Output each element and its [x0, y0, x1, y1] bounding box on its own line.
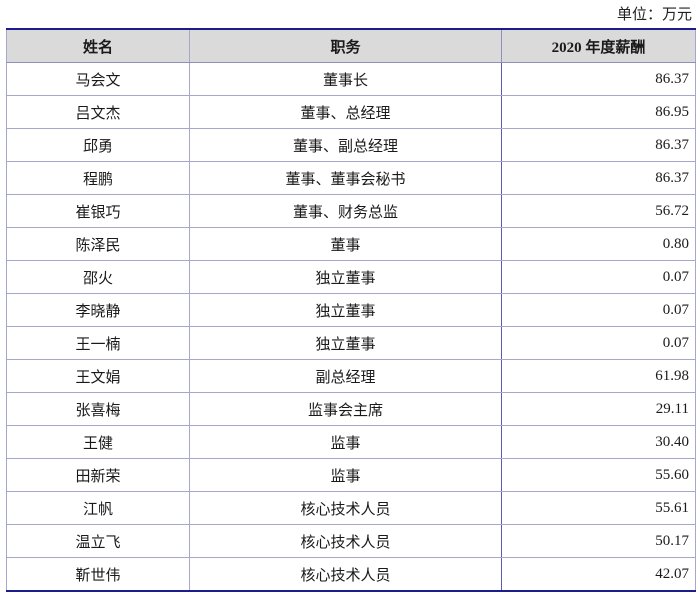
pay-cell: 55.60: [501, 458, 696, 492]
pay-cell: 86.37: [501, 62, 696, 96]
name-cell: 吕文杰: [6, 95, 190, 129]
table-row: 邱勇 董事、副总经理 86.37: [6, 128, 696, 162]
header-title: 职务: [189, 29, 502, 63]
title-cell: 核心技术人员: [189, 491, 502, 525]
unit-label: 单位：万元: [616, 7, 692, 23]
table-row: 崔银巧 董事、财务总监 56.72: [6, 194, 696, 228]
name-cell: 李晓静: [6, 293, 190, 327]
table-row: 吕文杰 董事、总经理 86.95: [6, 95, 696, 129]
name-cell: 江帆: [6, 491, 190, 525]
title-cell: 监事: [189, 458, 502, 492]
pay-cell: 0.07: [501, 293, 696, 327]
title-cell: 核心技术人员: [189, 524, 502, 558]
table-row: 温立飞 核心技术人员 50.17: [6, 524, 696, 558]
pay-cell: 86.95: [501, 95, 696, 129]
pay-cell: 86.37: [501, 161, 696, 195]
pay-cell: 86.37: [501, 128, 696, 162]
name-cell: 靳世伟: [6, 557, 190, 591]
table-row: 邵火 独立董事 0.07: [6, 260, 696, 294]
name-cell: 王文娟: [6, 359, 190, 393]
pay-cell: 50.17: [501, 524, 696, 558]
name-cell: 崔银巧: [6, 194, 190, 228]
title-cell: 独立董事: [189, 326, 502, 360]
pay-cell: 29.11: [501, 392, 696, 426]
table-header-row: 姓名 职务 2020 年度薪酬: [6, 29, 696, 63]
name-cell: 王健: [6, 425, 190, 459]
table-row: 马会文 董事长 86.37: [6, 62, 696, 96]
pay-cell: 56.72: [501, 194, 696, 228]
table-row: 陈泽民 董事 0.80: [6, 227, 696, 261]
table-row: 王文娟 副总经理 61.98: [6, 359, 696, 393]
title-cell: 核心技术人员: [189, 557, 502, 591]
name-cell: 邵火: [6, 260, 190, 294]
title-cell: 董事: [189, 227, 502, 261]
name-cell: 陈泽民: [6, 227, 190, 261]
table-row: 江帆 核心技术人员 55.61: [6, 491, 696, 525]
title-cell: 董事长: [189, 62, 502, 96]
title-cell: 监事: [189, 425, 502, 459]
name-cell: 程鹏: [6, 161, 190, 195]
pay-cell: 0.07: [501, 260, 696, 294]
title-cell: 董事、董事会秘书: [189, 161, 502, 195]
header-name: 姓名: [6, 29, 190, 63]
pay-cell: 55.61: [501, 491, 696, 525]
table-row: 靳世伟 核心技术人员 42.07: [6, 557, 696, 591]
table-row: 程鹏 董事、董事会秘书 86.37: [6, 161, 696, 195]
title-cell: 董事、总经理: [189, 95, 502, 129]
table-row: 王健 监事 30.40: [6, 425, 696, 459]
pay-cell: 61.98: [501, 359, 696, 393]
title-cell: 监事会主席: [189, 392, 502, 426]
name-cell: 张喜梅: [6, 392, 190, 426]
table-row: 王一楠 独立董事 0.07: [6, 326, 696, 360]
pay-cell: 0.80: [501, 227, 696, 261]
title-cell: 董事、财务总监: [189, 194, 502, 228]
name-cell: 王一楠: [6, 326, 190, 360]
table-row: 田新荣 监事 55.60: [6, 458, 696, 492]
table-row: 李晓静 独立董事 0.07: [6, 293, 696, 327]
name-cell: 邱勇: [6, 128, 190, 162]
pay-cell: 0.07: [501, 326, 696, 360]
title-cell: 副总经理: [189, 359, 502, 393]
name-cell: 马会文: [6, 62, 190, 96]
name-cell: 温立飞: [6, 524, 190, 558]
pay-cell: 42.07: [501, 557, 696, 591]
title-cell: 独立董事: [189, 260, 502, 294]
pay-cell: 30.40: [501, 425, 696, 459]
title-cell: 独立董事: [189, 293, 502, 327]
table-row: 张喜梅 监事会主席 29.11: [6, 392, 696, 426]
header-pay: 2020 年度薪酬: [501, 29, 696, 63]
name-cell: 田新荣: [6, 458, 190, 492]
salary-table: 姓名 职务 2020 年度薪酬 马会文 董事长 86.37 吕文杰 董事、总经理…: [6, 28, 696, 592]
title-cell: 董事、副总经理: [189, 128, 502, 162]
